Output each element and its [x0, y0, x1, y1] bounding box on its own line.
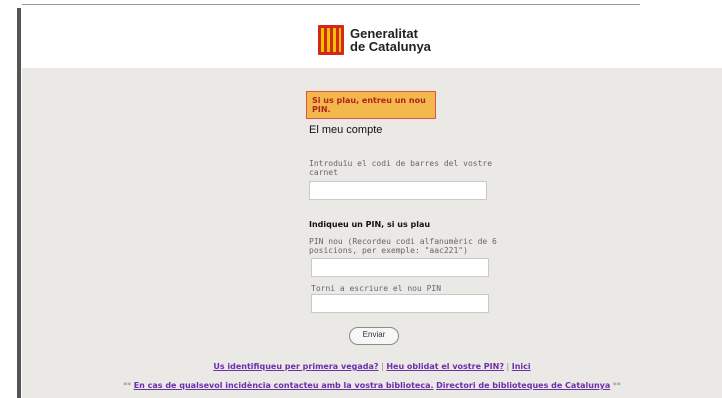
- alert-message: Si us plau, entreu un nou PIN.: [306, 91, 436, 119]
- submit-button[interactable]: Enviar: [349, 327, 399, 345]
- page-title: El meu compte: [309, 124, 383, 136]
- main-content: Si us plau, entreu un nou PIN. El meu co…: [22, 68, 722, 398]
- new-pin-label: PIN nou (Recordeu codi alfanumèric de 6 …: [309, 237, 497, 255]
- footer: ** En cas de qualsevol incidència contac…: [22, 381, 722, 390]
- footer-prefix: **: [123, 381, 132, 390]
- link-separator: |: [506, 362, 510, 371]
- link-separator: |: [381, 362, 384, 371]
- generalitat-logo[interactable]: Generalitat de Catalunya: [318, 24, 431, 56]
- header: Generalitat de Catalunya: [22, 8, 722, 68]
- barcode-input[interactable]: [309, 181, 487, 200]
- contact-library-link[interactable]: En cas de qualsevol incidència contacteu…: [134, 381, 434, 390]
- barcode-label: Introduïu el codi de barres del vostre c…: [309, 159, 493, 177]
- library-directory-link[interactable]: Directori de biblioteques de Catalunya: [436, 381, 610, 390]
- help-links: Us identifiqueu per primera vegada? | He…: [22, 362, 722, 371]
- confirm-pin-input[interactable]: [311, 294, 489, 313]
- pin-section-title: Indiqueu un PIN, si us plau: [309, 220, 431, 229]
- top-border-line: [0, 4, 640, 5]
- senyera-icon: [318, 25, 344, 55]
- logo-text: Generalitat de Catalunya: [350, 27, 431, 53]
- home-link[interactable]: Inici: [512, 362, 531, 371]
- logo-line-2: de Catalunya: [350, 39, 431, 54]
- first-time-link[interactable]: Us identifiqueu per primera vegada?: [213, 362, 378, 371]
- forgot-pin-link[interactable]: Heu oblidat el vostre PIN?: [386, 362, 504, 371]
- confirm-pin-label: Torni a escriure el nou PIN: [311, 284, 442, 293]
- window-left-edge: [0, 0, 22, 398]
- new-pin-input[interactable]: [311, 258, 489, 277]
- footer-suffix: **: [612, 381, 621, 390]
